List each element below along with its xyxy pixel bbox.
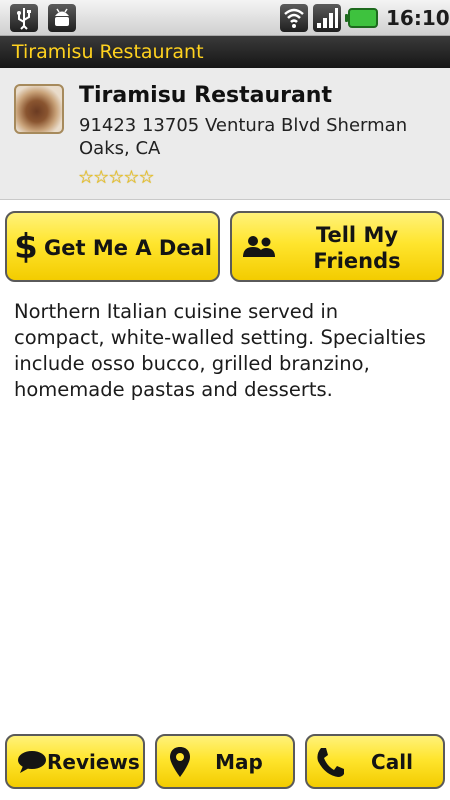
restaurant-address: 91423 13705 Ventura Blvd Sherman Oaks, C… (79, 115, 408, 159)
call-label: Call (371, 750, 413, 774)
status-time: 16:10 (386, 6, 450, 30)
wifi-icon (280, 4, 308, 32)
get-deal-label: Get Me A Deal (44, 236, 212, 260)
app-title: Tiramisu Restaurant (12, 41, 204, 63)
status-bar: 16:10 (0, 0, 450, 36)
call-button[interactable]: Call (305, 734, 445, 789)
map-pin-icon (169, 746, 191, 778)
map-label: Map (215, 750, 263, 774)
rating-stars: ☆☆☆☆☆ (78, 167, 155, 188)
android-debug-icon (48, 4, 76, 32)
map-button[interactable]: Map (155, 734, 295, 789)
dollar-icon: $ (14, 227, 38, 267)
usb-icon (10, 4, 38, 32)
signal-icon (313, 4, 341, 32)
reviews-button[interactable]: Reviews (5, 734, 145, 789)
tell-friends-button[interactable]: Tell My Friends (230, 211, 444, 282)
title-bar: Tiramisu Restaurant (0, 36, 450, 68)
reviews-label: Reviews (47, 750, 140, 774)
get-deal-button[interactable]: $ Get Me A Deal (5, 211, 220, 282)
tell-friends-label: Tell My Friends (313, 223, 401, 273)
restaurant-description: Northern Italian cuisine served in compa… (14, 300, 426, 401)
battery-icon (345, 8, 378, 28)
restaurant-name: Tiramisu Restaurant (79, 83, 332, 108)
speech-bubble-icon (17, 750, 47, 774)
restaurant-header: Tiramisu Restaurant 91423 13705 Ventura … (0, 68, 450, 200)
phone-icon (315, 746, 345, 778)
restaurant-thumbnail (14, 84, 64, 134)
people-icon (242, 235, 278, 259)
